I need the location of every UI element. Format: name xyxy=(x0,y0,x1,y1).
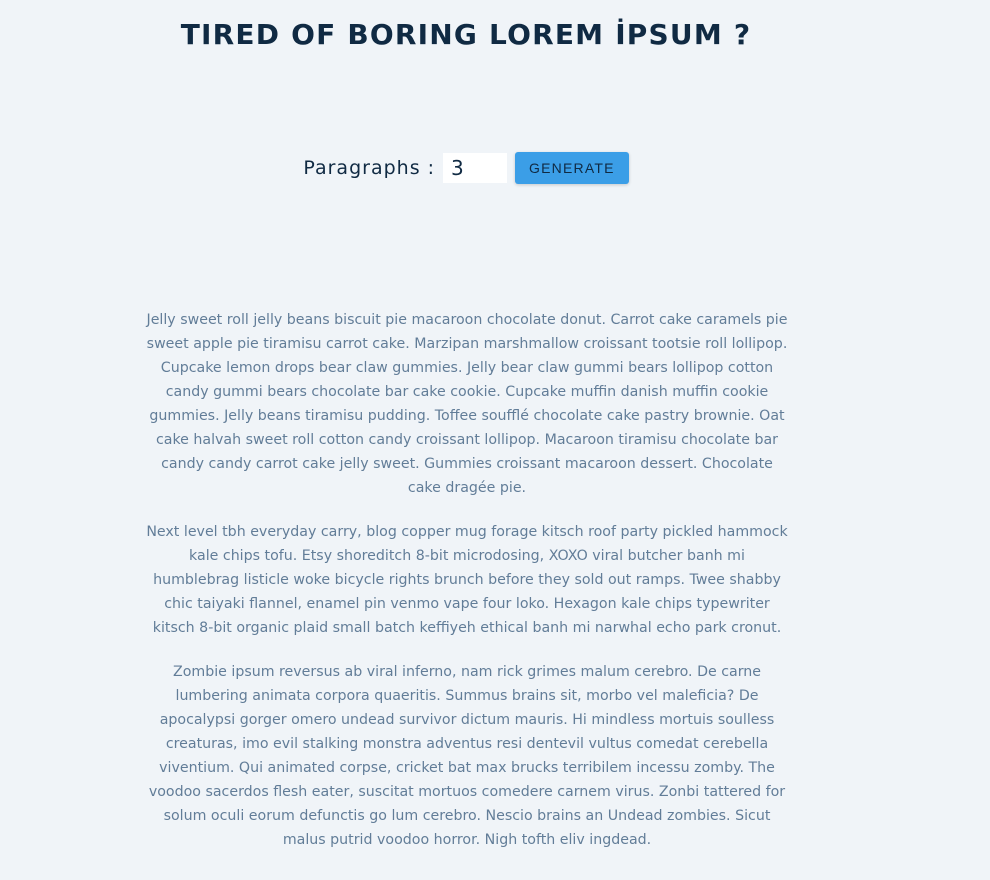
page: TIRED OF BORING LOREM İPSUM ? Paragraphs… xyxy=(0,0,990,880)
paragraphs-label: Paragraphs : xyxy=(303,157,436,179)
generator-form: Paragraphs : GENERATE xyxy=(0,152,932,184)
generate-button[interactable]: GENERATE xyxy=(515,152,629,184)
page-title: TIRED OF BORING LOREM İPSUM ? xyxy=(180,18,752,51)
lorem-text: Jelly sweet roll jelly beans biscuit pie… xyxy=(146,308,788,872)
paragraphs-count-input[interactable] xyxy=(443,153,508,183)
paragraph: Next level tbh everyday carry, blog copp… xyxy=(146,524,788,636)
paragraph: Jelly sweet roll jelly beans biscuit pie… xyxy=(146,312,788,496)
paragraph: Zombie ipsum reversus ab viral inferno, … xyxy=(148,664,786,848)
